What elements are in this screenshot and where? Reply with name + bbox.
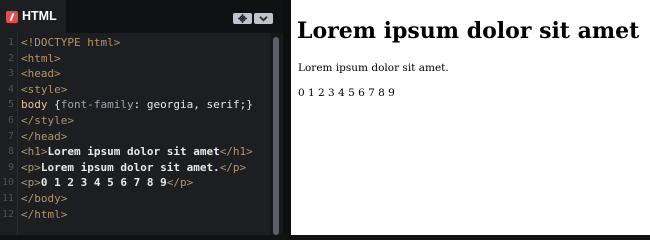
editor-header: HTML [0,0,283,33]
line-number: 9 [7,161,14,173]
tab-html[interactable]: HTML [0,0,66,33]
panel-resizer[interactable] [283,0,291,235]
code-line[interactable]: 2 <html> [0,51,270,67]
code-token: </html> [21,207,68,221]
line-number: 2 [7,52,14,64]
code-line[interactable]: 5 body {font-family: georgia, serif;} [0,97,270,113]
code-area[interactable]: 1 <!DOCTYPE html> 2 <html> 3 <head> 4 <style> 5 b… [0,35,270,222]
code-text: <html> [21,51,61,67]
code-token: </style> [21,113,74,127]
code-line[interactable]: 3 <head> [0,66,270,82]
code-text: <p>0 1 2 3 4 5 6 7 8 9</p> [21,175,193,191]
code-line[interactable]: 1 <!DOCTYPE html> [0,35,270,51]
code-line[interactable]: 8 <h1>Lorem ipsum dolor sit amet</h1> [0,144,270,160]
code-token: Lorem ipsum dolor sit amet [47,145,220,159]
code-token: </h1> [219,145,253,159]
preview-heading: Lorem ipsum dolor sit amet [297,18,640,44]
scrollbar-thumb[interactable] [273,37,279,235]
code-line[interactable]: 12 </html> [0,207,270,223]
code-token: Lorem ipsum dolor sit amet. [40,160,220,174]
html-editor-panel: HTML 1 <!DOCTYPE html> 2 <html> 3 <head> 4 <sty… [0,0,283,235]
line-number: 1 [7,37,14,48]
preview-panel: Lorem ipsum dolor sit amet Lorem ipsum d… [291,0,650,235]
preview-paragraph: Lorem ipsum dolor sit amet. [298,62,449,74]
code-token: font-family [60,98,134,112]
code-text: </body> [21,191,67,207]
code-token: </body> [21,191,68,205]
code-text: body {font-family: georgia, serif;} [21,97,253,113]
code-line[interactable]: 11 </body> [0,191,270,207]
code-line[interactable]: 7 </head> [0,129,270,145]
code-token: georgia [146,98,194,112]
code-token: <p> [21,160,41,174]
html-logo-icon [6,11,18,23]
code-token: : [133,98,147,112]
code-token: , [193,98,207,112]
code-text: </head> [21,129,67,145]
code-token: <style> [21,82,68,96]
code-token: body [21,98,55,112]
code-line[interactable]: 10 <p>0 1 2 3 4 5 6 7 8 9</p> [0,175,270,191]
collapse-button[interactable] [254,13,273,24]
editor-scrollbar[interactable] [270,33,283,235]
line-number: 12 [1,208,14,220]
code-text: <p>Lorem ipsum dolor sit amet.</p> [21,160,246,176]
tab-label: HTML [22,9,57,23]
preview-digits: 0 1 2 3 4 5 6 7 8 9 [298,87,395,99]
code-text: <!DOCTYPE html> [21,35,120,51]
code-token: ;} [239,98,253,112]
code-token: <h1> [21,145,48,159]
code-text: </style> [21,113,74,129]
line-number: 6 [7,114,14,126]
line-number: 3 [7,68,14,80]
line-number: 4 [7,83,14,95]
settings-button[interactable] [233,13,252,24]
code-line[interactable]: 9 <p>Lorem ipsum dolor sit amet.</p> [0,160,270,176]
line-number: 8 [7,146,14,158]
line-number: 11 [1,192,14,204]
code-text: <head> [21,66,61,82]
code-text: <h1>Lorem ipsum dolor sit amet</h1> [21,144,253,160]
code-token: </head> [21,129,68,143]
chevron-down-icon [259,16,268,22]
gear-icon [238,14,247,23]
code-token: <p> [21,176,41,190]
code-token: <html> [21,51,61,65]
code-line[interactable]: 4 <style> [0,82,270,98]
code-line[interactable]: 6 </style> [0,113,270,129]
code-token: </p> [219,160,247,174]
code-token: 0 1 2 3 4 5 6 7 8 9 [40,176,167,190]
code-token: <head> [21,67,61,81]
code-token: serif [206,98,240,112]
line-number: 5 [7,99,14,111]
code-token: <!DOCTYPE html> [21,36,121,49]
code-text: </html> [21,207,67,223]
code-token: </p> [166,176,194,190]
line-number: 10 [1,177,14,189]
code-token: { [54,98,61,112]
line-number: 7 [7,130,14,142]
code-text: <style> [21,82,67,98]
